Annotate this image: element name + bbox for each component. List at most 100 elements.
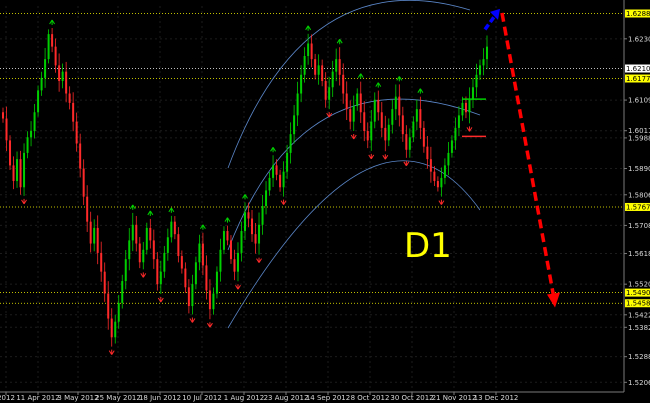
candle-body (121, 281, 124, 303)
candle-body (159, 271, 162, 285)
candle-body (468, 99, 471, 113)
candle-body (419, 109, 422, 128)
candle-body (265, 190, 268, 207)
candle-body (303, 56, 306, 75)
candle-body (317, 65, 320, 75)
candle-body (201, 243, 204, 266)
y-tick-label: 1.57080 (628, 222, 650, 230)
candle-body (86, 196, 89, 222)
candle-body (380, 112, 383, 128)
candle-body (359, 93, 362, 113)
candle-body (191, 284, 194, 307)
candle-body (9, 140, 12, 166)
candle-body (300, 74, 303, 94)
candle-body (166, 237, 169, 253)
x-tick-label: 10 Jul 2012 (182, 394, 222, 402)
candle-body (145, 227, 148, 250)
candle-body (2, 112, 4, 119)
candle-body (422, 127, 425, 147)
candle-body (247, 212, 250, 219)
candle-body (349, 109, 352, 122)
candle-body (93, 227, 96, 244)
candle-body (82, 168, 85, 197)
candle-body (324, 81, 327, 100)
candle-body (482, 59, 485, 66)
candle-body (219, 249, 222, 272)
candle-body (128, 240, 131, 260)
candle-body (100, 252, 103, 272)
candle-body (33, 112, 36, 132)
candle-body (429, 159, 432, 172)
candle-body (405, 134, 408, 150)
y-tick-label: 1.52880 (628, 353, 650, 361)
y-tick-label: 1.61090 (628, 97, 650, 105)
candle-body (233, 259, 236, 272)
candle-body (464, 102, 467, 113)
timeframe-label: D1 (404, 226, 452, 266)
y-tick-label: 1.59880 (628, 134, 650, 142)
candle-body (251, 218, 254, 235)
candle-body (289, 134, 292, 153)
candle-body (156, 259, 159, 285)
candle-body (408, 137, 411, 150)
candle-body (296, 93, 299, 116)
y-tick-label: 1.55200 (628, 281, 650, 289)
y-tick-label: 1.58900 (628, 165, 650, 173)
candle-body (110, 318, 113, 338)
candle-body (272, 165, 275, 178)
candle-body (47, 34, 50, 60)
candle-body (107, 293, 110, 319)
candle-body (433, 171, 436, 182)
candle-body (198, 243, 201, 263)
x-tick-label: 1 Aug 2012 (224, 394, 264, 402)
candle-body (461, 102, 464, 116)
candle-body (486, 46, 488, 60)
candle-body (275, 165, 278, 175)
x-tick-label: 18 Jun 2012 (139, 394, 181, 402)
candle-body (54, 46, 57, 66)
candle-body (478, 65, 481, 75)
candle-body (244, 212, 246, 232)
candle-body (135, 224, 138, 244)
candle-body (184, 268, 187, 288)
candle-body (286, 152, 289, 172)
y-tick-label: 1.62305 (628, 35, 650, 43)
candle-body (471, 87, 474, 100)
candle-body (177, 234, 180, 257)
candle-body (215, 271, 218, 294)
candle-body (391, 109, 394, 125)
candle-body (401, 115, 404, 135)
y-tick-label: 1.56180 (628, 250, 650, 258)
candle-body (236, 252, 239, 272)
candle-body (208, 290, 211, 310)
candle-body (394, 96, 397, 110)
candle-body (61, 71, 64, 82)
candle-body (331, 71, 334, 88)
candle-body (124, 259, 127, 282)
candle-body (436, 181, 439, 188)
candle-body (72, 102, 75, 122)
y-tick-label: 1.52060 (628, 379, 650, 387)
candle-body (187, 287, 190, 307)
y-tick-label: 1.58060 (628, 191, 650, 199)
candle-body (279, 174, 282, 188)
candle-body (258, 224, 261, 244)
x-tick-label: 3 May 2012 (57, 394, 98, 402)
chart-svg: 1.62882 1.62100 1.61778 1.57672 1.54903 1.545… (0, 0, 650, 403)
candle-body (205, 265, 208, 291)
level-price-label: 1.61778 (626, 75, 650, 83)
candle-body (5, 118, 8, 141)
x-tick-label: 21 Nov 2012 (432, 394, 477, 402)
price-chart[interactable]: 1.62882 1.62100 1.61778 1.57672 1.54903 1.545… (0, 0, 650, 403)
candle-body (356, 93, 359, 107)
candle-body (366, 131, 369, 141)
y-tick-label: 1.54220 (628, 311, 650, 319)
candle-body (398, 96, 401, 116)
candle-body (415, 109, 418, 122)
y-tick-label: 1.53820 (628, 324, 650, 332)
candle-body (114, 321, 117, 338)
x-tick-label: 25 May 2012 (95, 394, 141, 402)
candle-body (293, 115, 296, 135)
candle-body (314, 59, 317, 75)
candle-body (89, 221, 92, 244)
